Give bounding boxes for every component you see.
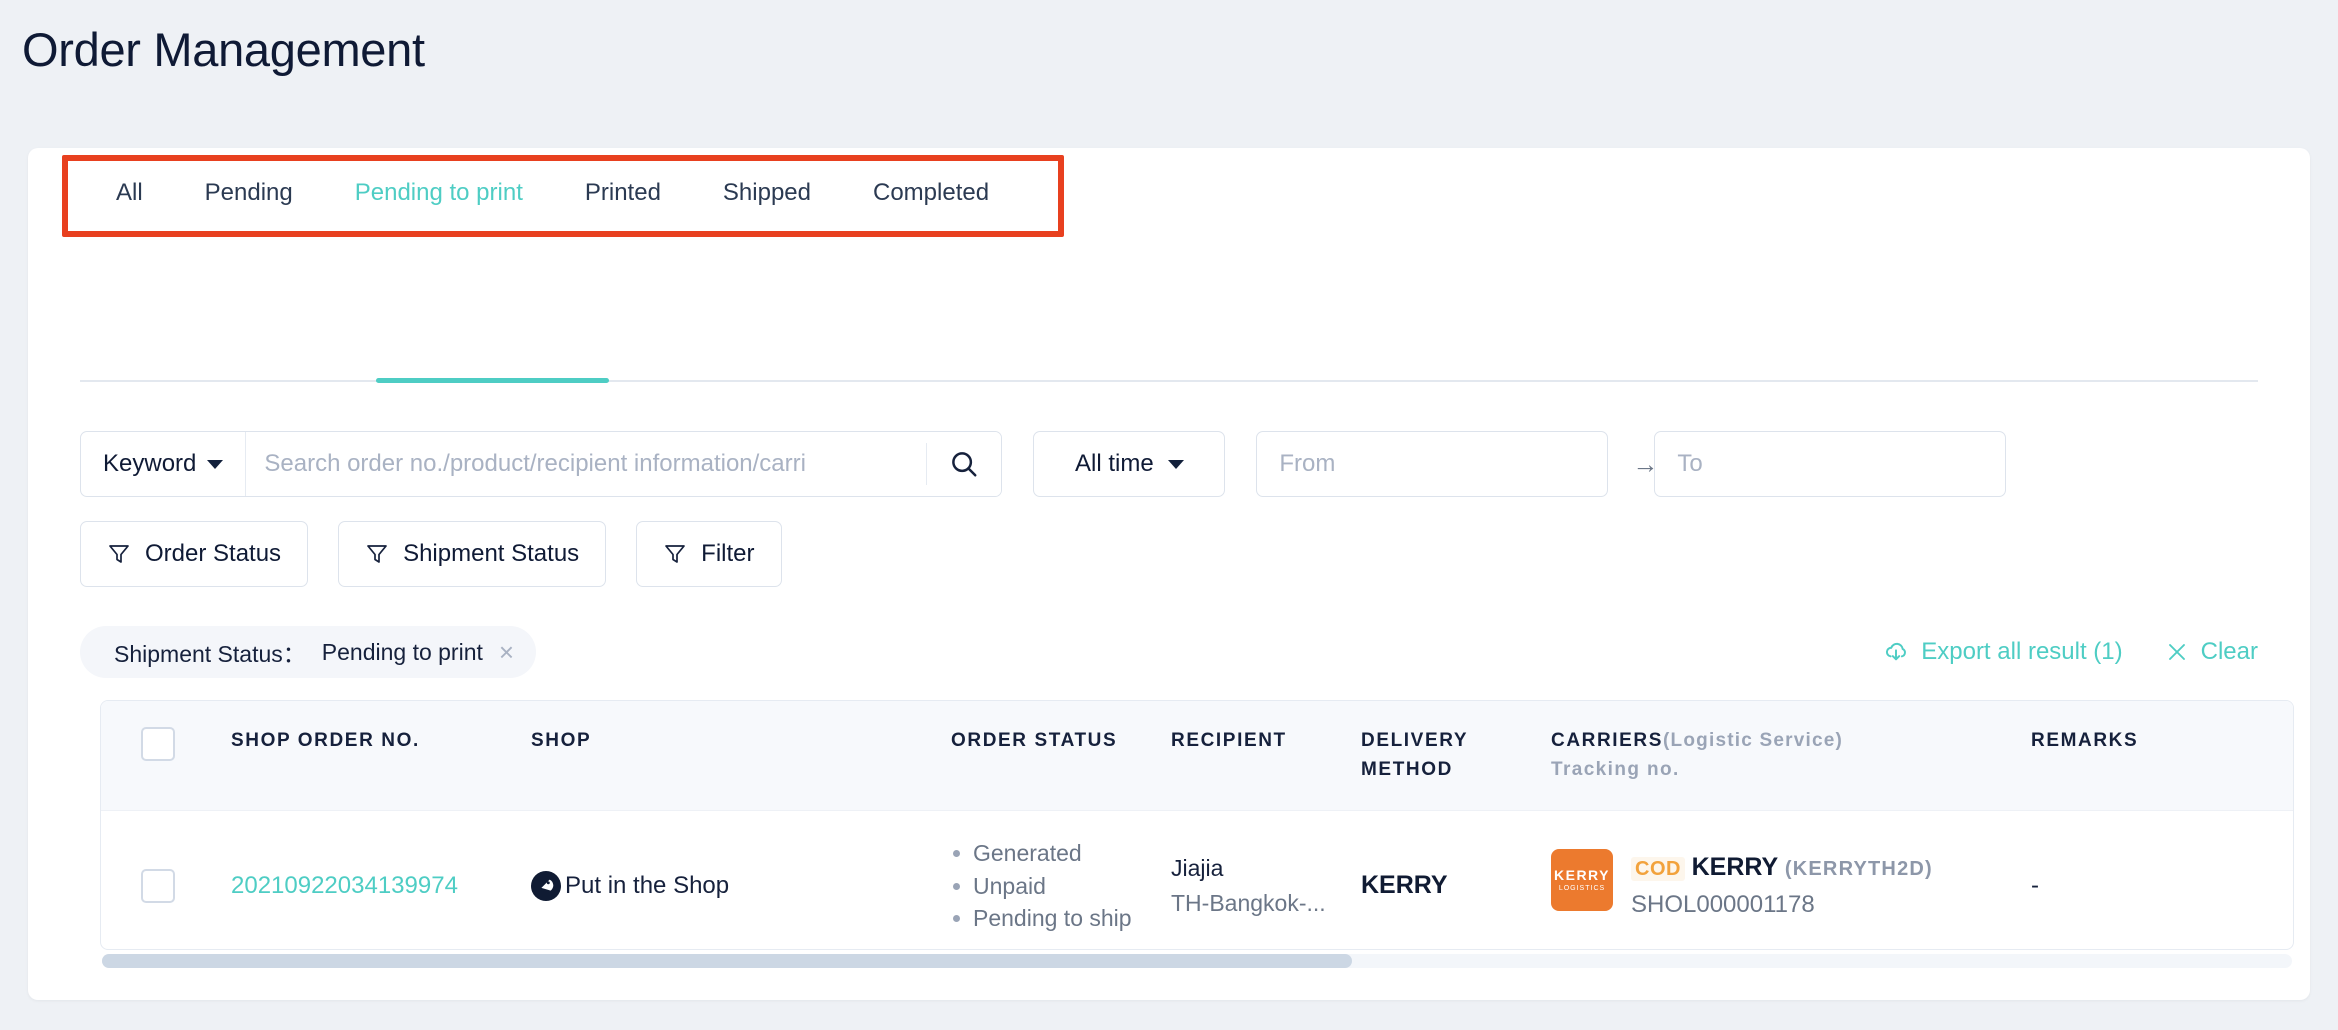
funnel-icon — [109, 545, 129, 563]
chevron-down-icon — [207, 459, 224, 469]
th-order-status: ORDER STATUS — [951, 701, 1171, 811]
cod-badge: COD — [1631, 857, 1685, 882]
export-all-result-button[interactable]: Export all result (1) — [1883, 638, 2123, 666]
th-select-all — [101, 701, 231, 811]
th-delivery-method: DELIVERY METHOD — [1361, 701, 1551, 811]
export-all-result-label: Export all result (1) — [1921, 638, 2123, 665]
search-button[interactable] — [927, 432, 1002, 496]
th-delivery-method-label: DELIVERY METHOD — [1361, 730, 1468, 780]
tab-printed[interactable]: Printed — [585, 148, 661, 238]
tracking-number: SHOL000001178 — [1631, 890, 1815, 918]
filter-chip-value: Pending to print — [321, 638, 483, 665]
table-header-row: SHOP ORDER NO. SHOP ORDER STATUS RECIPIE… — [101, 701, 2293, 811]
filter-button-label: Filter — [701, 540, 755, 567]
tab-pending-to-print[interactable]: Pending to print — [355, 148, 523, 238]
page-title: Order Management — [22, 23, 425, 76]
keyword-type-select[interactable]: Keyword — [81, 432, 247, 496]
th-carriers-sub-inline: (Logistic Service) — [1663, 730, 1844, 751]
orders-table-head: SHOP ORDER NO. SHOP ORDER STATUS RECIPIE… — [101, 701, 2293, 811]
filter-button-filter[interactable]: Filter — [636, 521, 782, 587]
delivery-method-value: KERRY — [1361, 871, 1448, 900]
th-carriers: CARRIERS(Logistic Service) Tracking no. — [1551, 701, 2031, 811]
th-shop-order-no: SHOP ORDER NO. — [231, 701, 531, 811]
th-carriers-label: CARRIERS — [1551, 730, 1664, 751]
funnel-icon — [665, 545, 686, 563]
order-no-link[interactable]: 20210922034139974 — [231, 872, 458, 899]
clear-filters-label: Clear — [2200, 638, 2258, 665]
tab-bar: All Pending Pending to print Printed Shipped… — [28, 148, 2310, 238]
th-recipient: RECIPIENT — [1171, 701, 1361, 811]
orders-table: SHOP ORDER NO. SHOP ORDER STATUS RECIPIE… — [101, 701, 2293, 950]
filter-chip-shipment-status[interactable]: Shipment Status： Pending to print × — [80, 626, 537, 678]
td-delivery-method: KERRY — [1361, 811, 1551, 950]
keyword-type-label: Keyword — [103, 450, 197, 477]
td-shop: Put in the Shop — [531, 811, 951, 950]
td-order-status: Generated Unpaid Pending to ship — [951, 811, 1171, 950]
active-filters-row: Shipment Status： Pending to print × Expo… — [80, 626, 2258, 678]
order-status-item: Pending to ship — [951, 902, 1171, 935]
orders-table-container: SHOP ORDER NO. SHOP ORDER STATUS RECIPIE… — [100, 700, 2294, 950]
order-management-page: Order Management All Pending Pending to pr… — [0, 0, 2338, 1030]
tab-shipped[interactable]: Shipped — [723, 148, 811, 238]
row-checkbox[interactable] — [141, 868, 175, 903]
order-status-item: Generated — [951, 837, 1171, 870]
horizontal-scrollbar-thumb[interactable] — [102, 954, 1352, 968]
funnel-icon — [367, 545, 387, 563]
td-remarks: - — [2031, 811, 2293, 950]
order-status-item: Unpaid — [951, 870, 1171, 903]
close-icon[interactable]: × — [499, 639, 514, 665]
filter-button-shipment-status[interactable]: Shipment Status — [338, 521, 607, 587]
tab-completed[interactable]: Completed — [873, 148, 989, 238]
carrier-code: (KERRYTH2D) — [1784, 858, 1933, 881]
time-range-select[interactable]: All time — [1033, 431, 1226, 497]
select-all-checkbox[interactable] — [141, 727, 175, 761]
orders-table-body: 20210922034139974 Put in the Shop Genera… — [101, 811, 2293, 950]
td-shop-order-no: 20210922034139974 — [231, 811, 531, 950]
close-icon — [2168, 644, 2185, 660]
date-to-input[interactable] — [1654, 431, 2007, 497]
tab-all[interactable]: All — [116, 148, 143, 238]
shopee-icon — [531, 870, 561, 901]
th-order-status-label: ORDER STATUS — [951, 730, 1118, 751]
search-icon — [952, 452, 977, 477]
table-row[interactable]: 20210922034139974 Put in the Shop Genera… — [101, 811, 2293, 950]
filter-button-label: Order Status — [145, 540, 282, 567]
clear-filters-button[interactable]: Clear — [2165, 638, 2258, 666]
keyword-search-group: Keyword — [80, 431, 1003, 497]
remarks-value: - — [2031, 871, 2039, 899]
th-shop: SHOP — [531, 701, 951, 811]
filter-button-order-status[interactable]: Order Status — [80, 521, 309, 587]
search-row: Keyword All time → — [80, 431, 2007, 497]
recipient-name: Jiajia — [1171, 855, 1224, 882]
kerry-logo-line2: LOGISTICS — [1558, 885, 1606, 893]
active-tab-underline — [376, 378, 609, 383]
kerry-logistics-logo: KERRY LOGISTICS — [1551, 849, 1613, 912]
tab-pending[interactable]: Pending — [205, 148, 293, 238]
horizontal-scrollbar[interactable] — [102, 954, 2292, 968]
chip-actions: Export all result (1) Clear — [1883, 638, 2258, 666]
time-range-label: All time — [1075, 450, 1154, 477]
td-carriers: KERRY LOGISTICS COD KERRY (KERRYTH2D) SH… — [1551, 811, 2031, 950]
th-remarks: REMARKS — [2031, 701, 2293, 811]
filter-button-label: Shipment Status — [403, 540, 580, 567]
filter-chip-label: Shipment Status： — [114, 641, 306, 667]
recipient-address: TH-Bangkok-... — [1171, 889, 1326, 916]
orders-card: All Pending Pending to print Printed Shipped… — [28, 148, 2310, 1000]
kerry-logo-line1: KERRY — [1554, 867, 1610, 884]
order-status-list: Generated Unpaid Pending to ship — [951, 837, 1171, 935]
td-row-select — [101, 811, 231, 950]
date-from-input[interactable] — [1256, 431, 1609, 497]
cloud-download-icon — [1886, 642, 1907, 661]
shop-name: Put in the Shop — [565, 871, 730, 899]
filter-button-row: Order Status Shipment Status Filter — [80, 521, 782, 587]
td-recipient: Jiajia TH-Bangkok-... — [1171, 811, 1361, 950]
th-carriers-sub: Tracking no. — [1551, 758, 1680, 780]
shop-bag-glyph — [541, 879, 554, 891]
search-input[interactable] — [246, 432, 927, 496]
date-range-arrow: → — [1632, 448, 1659, 479]
chevron-down-icon — [1167, 459, 1184, 469]
carrier-name: KERRY — [1691, 853, 1779, 882]
